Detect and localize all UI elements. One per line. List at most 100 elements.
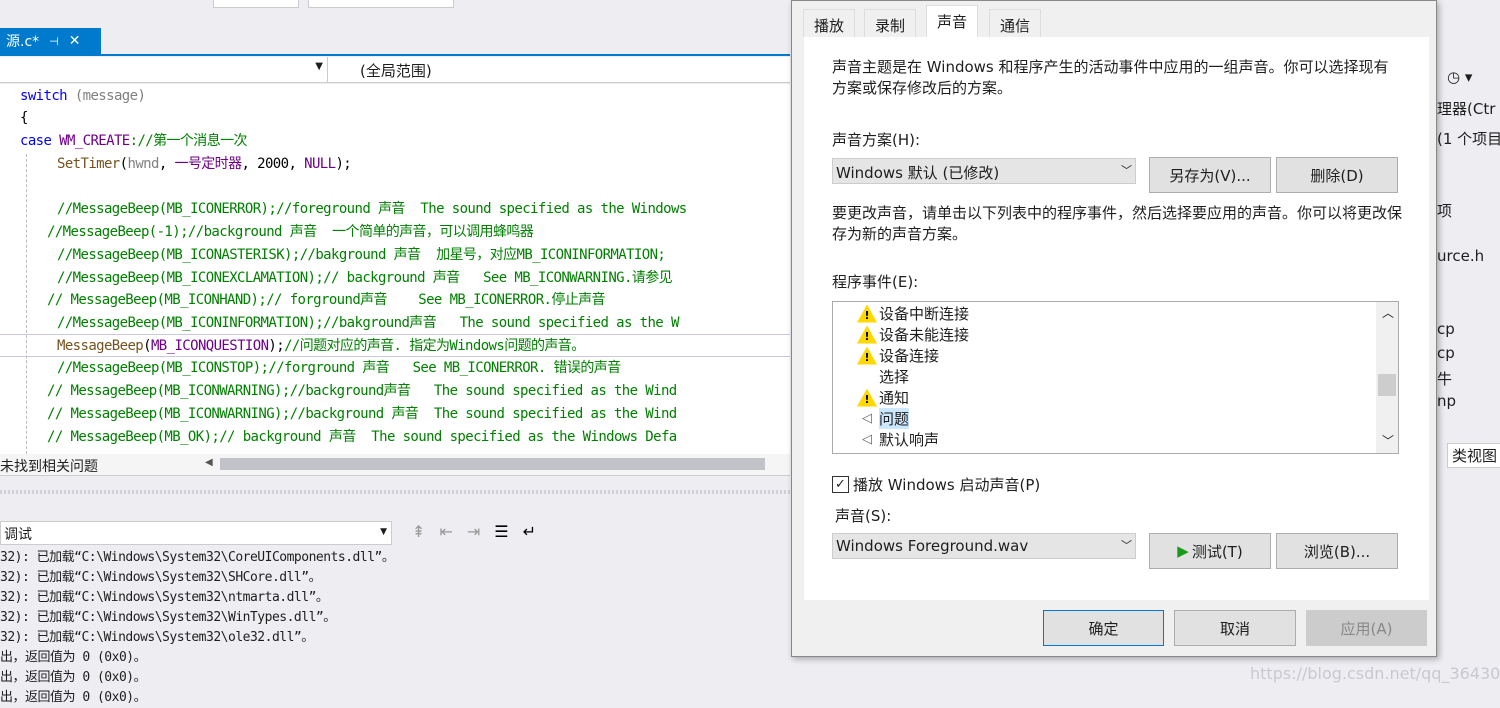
ide-toolbar (0, 0, 790, 28)
code-token: MessageBeep (57, 338, 144, 354)
chevron-down-icon: ﹀ (1121, 539, 1132, 552)
event-item[interactable]: ! 设备连接 (857, 345, 939, 366)
code-token: //MessageBeep(MB_ICONASTERISK);//bakgrou… (57, 247, 666, 263)
toolbar-combo[interactable] (213, 0, 299, 8)
code-token: //MessageBeep(MB_ICONEXCLAMATION);// bac… (57, 270, 673, 286)
code-token: //MessageBeep(MB_ICONINFORMATION);//bakg… (57, 315, 679, 331)
tab-sounds[interactable]: 声音 (926, 5, 979, 37)
chevron-down-icon: ﹀ (1121, 164, 1132, 177)
events-label: 程序事件(E): (832, 273, 919, 291)
tab-recording[interactable]: 录制 (864, 9, 917, 37)
scroll-thumb[interactable] (1378, 374, 1396, 396)
find-message-icon[interactable]: ⇞ (412, 522, 425, 541)
class-view-tab[interactable]: 类视图 (1447, 443, 1500, 468)
output-source-select[interactable]: 调试 ▼ (0, 521, 392, 545)
event-label: 设备未能连接 (879, 326, 970, 344)
chevron-down-icon: ▼ (380, 527, 387, 537)
tree-item[interactable]: 项 (1437, 200, 1452, 221)
code-line: // MessageBeep(MB_OK);// background 声音 T… (47, 426, 677, 448)
tree-item[interactable]: cp (1437, 320, 1455, 338)
word-wrap-icon[interactable]: ↵ (523, 522, 536, 541)
tab-playback[interactable]: 播放 (803, 9, 856, 37)
list-scrollbar[interactable]: ︿ ﹀ (1376, 302, 1398, 453)
tab-label: 源.c* (6, 34, 40, 50)
code-token: hwnd (127, 156, 159, 172)
scope-dropdown[interactable]: (全局范围) (360, 60, 432, 81)
code-token: NULL (304, 156, 336, 172)
document-tab[interactable]: 源.c* ⊣ ✕ (0, 28, 101, 54)
pin-icon[interactable]: ⊣ (49, 35, 59, 48)
apply-button[interactable]: 应用(A) (1306, 610, 1427, 646)
output-pane[interactable]: 32): 已加载“C:\Windows\System32\CoreUICompo… (0, 548, 790, 705)
sound-value: Windows Foreground.wav (836, 537, 1029, 555)
code-editor[interactable]: switch (message) { case WM_CREATE://第一个消息一… (0, 84, 790, 454)
event-item[interactable]: ◁ 默认响声 (857, 429, 939, 450)
event-label: 选择 (879, 368, 910, 386)
code-token: //MessageBeep(MB_ICONSTOP);//forground 声… (57, 360, 621, 376)
warning-icon: ! (857, 388, 877, 407)
speaker-icon: ◁ (862, 411, 872, 426)
browse-button[interactable]: 浏览(B)... (1276, 533, 1398, 569)
sound-select[interactable]: Windows Foreground.wav ﹀ (832, 533, 1136, 559)
search-solution-explorer[interactable]: 理器(Ctr (1437, 98, 1495, 119)
code-line: switch (message) (20, 85, 146, 107)
tab-communications[interactable]: 通信 (989, 9, 1042, 37)
code-line: MessageBeep(MB_ICONQUESTION);//问题对应的声音. … (57, 335, 585, 357)
test-button[interactable]: ▶ 测试(T) (1149, 533, 1271, 569)
code-line: // MessageBeep(MB_ICONWARNING);//backgro… (47, 380, 677, 402)
code-token: //问题对应的声音. 指定为Windows问题的声音。 (284, 338, 585, 354)
code-line: //MessageBeep(MB_ICONASTERISK);//bakgrou… (57, 244, 666, 266)
event-item[interactable]: 选择 (857, 366, 909, 387)
instructions-text: 要更改声音，请单击以下列表中的程序事件，然后选择要应用的声音。你可以将更改保存为… (832, 204, 1403, 243)
test-label: 测试(T) (1191, 542, 1243, 561)
close-icon[interactable]: ✕ (69, 33, 81, 49)
event-item[interactable]: ! 通知 (857, 387, 909, 408)
delete-button[interactable]: 删除(D) (1276, 157, 1398, 193)
program-events-list[interactable]: ! 设备中断连接! 设备未能连接! 设备连接 选择! 通知 ◁ 问题 ◁ 默认响声 ︿ ﹀ (832, 301, 1399, 454)
solution-item[interactable]: (1 个项目 (1437, 128, 1500, 149)
startup-sound-checkbox[interactable]: ✓ 播放 Windows 启动声音(P) (832, 474, 1040, 495)
event-item[interactable]: ◁ 问题 (857, 408, 910, 429)
tab-underline (0, 54, 790, 56)
tree-item[interactable]: urce.h (1437, 247, 1484, 265)
code-token: WM_CREATE (51, 133, 130, 149)
checkbox-checked-icon[interactable]: ✓ (832, 476, 849, 493)
code-line: //MessageBeep(MB_ICONSTOP);//forground 声… (57, 357, 621, 379)
sound-label: 声音(S): (835, 507, 892, 525)
code-line: //MessageBeep(MB_ICONERROR);//foreground… (57, 198, 687, 220)
event-label: 问题 (879, 408, 910, 429)
code-line: SetTimer(hwnd, 一号定时器, 2000, NULL); (57, 153, 352, 175)
scroll-down-icon[interactable]: ﹀ (1382, 432, 1394, 449)
history-icon[interactable]: ◷ ▾ (1447, 68, 1472, 86)
tree-item[interactable]: np (1437, 392, 1456, 410)
tree-item[interactable]: cp (1437, 344, 1455, 362)
code-token: { (20, 110, 28, 126)
scroll-up-icon[interactable]: ︿ (1382, 304, 1394, 321)
ok-button[interactable]: 确定 (1043, 610, 1164, 646)
event-item[interactable]: ! 设备中断连接 (857, 303, 969, 324)
cancel-button[interactable]: 取消 (1174, 610, 1296, 646)
output-line: 32): 已加载“C:\Windows\System32\CoreUICompo… (0, 550, 395, 565)
code-token: 一号定时器 (174, 156, 242, 172)
scroll-left-icon[interactable]: ◀ (205, 457, 213, 468)
next-message-icon[interactable]: ⇥ (467, 522, 480, 541)
clear-all-icon[interactable]: ☰ (494, 522, 508, 541)
code-line: // MessageBeep(MB_ICONWARNING);//backgro… (47, 403, 677, 425)
event-item[interactable]: ! 设备未能连接 (857, 324, 969, 345)
tree-item[interactable]: 牛 (1437, 368, 1452, 389)
toolbar-combo[interactable] (308, 0, 454, 8)
previous-message-icon[interactable]: ⇤ (439, 522, 452, 541)
output-line: 出，返回值为 0 (0x0)。 (0, 690, 147, 705)
project-dropdown[interactable]: ▼ (0, 57, 328, 82)
code-token: // MessageBeep(MB_OK);// background 声音 T… (47, 429, 677, 445)
code-line: // MessageBeep(MB_ICONHAND);// forground… (47, 289, 606, 311)
issues-status: 未找到相关问题 (0, 459, 98, 475)
startup-sound-label: 播放 Windows 启动声音(P) (853, 476, 1041, 494)
output-panel-grip[interactable] (0, 490, 790, 494)
output-line: 出，返回值为 0 (0x0)。 (0, 650, 147, 665)
output-line: 32): 已加载“C:\Windows\System32\SHCore.dll”… (0, 570, 322, 585)
horizontal-scrollbar[interactable] (220, 458, 765, 470)
save-as-button[interactable]: 另存为(V)... (1149, 157, 1271, 193)
code-line: case WM_CREATE://第一个消息一次 (20, 130, 248, 152)
scheme-select[interactable]: Windows 默认 (已修改) ﹀ (832, 158, 1136, 184)
